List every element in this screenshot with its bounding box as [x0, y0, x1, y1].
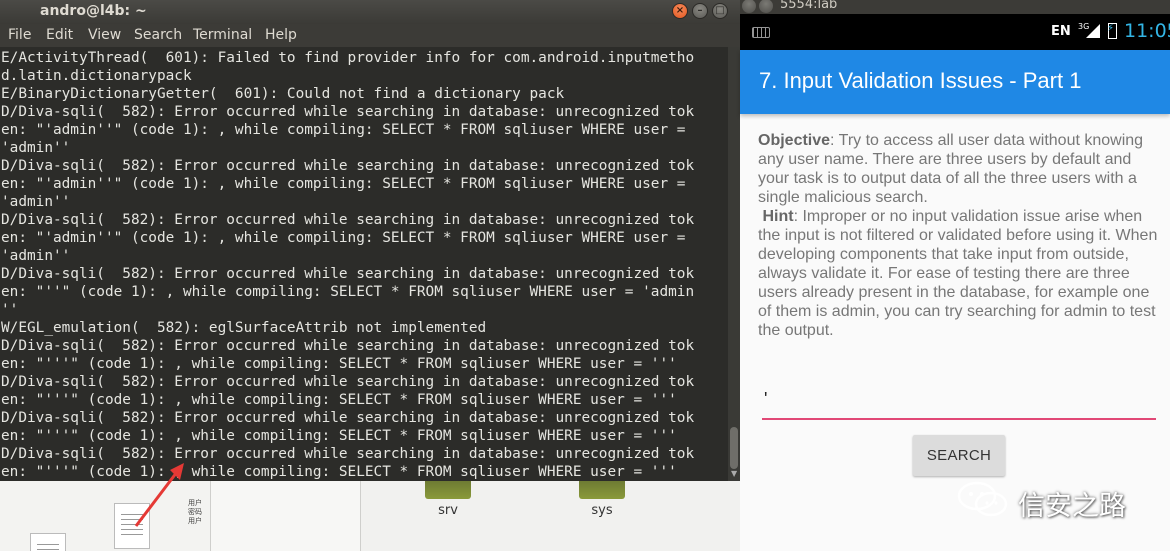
emulator-titlebar[interactable]: 5554:lab	[740, 0, 1170, 14]
desktop-file-preview: 用户 密码 用户	[188, 499, 202, 525]
menu-file[interactable]: File	[8, 27, 31, 43]
red-arrow-annotation	[134, 463, 184, 527]
terminal-window: × – □ andro@l4b: ~ File Edit View Search…	[0, 0, 740, 481]
terminal-line: 'admin''	[1, 140, 71, 156]
terminal-lines: E/ActivityThread( 601): Failed to find p…	[0, 47, 728, 481]
terminal-line: E/ActivityThread( 601): Failed to find p…	[1, 50, 695, 66]
terminal-scrollbar[interactable]: ▼	[728, 47, 740, 481]
desktop-file-icon[interactable]	[30, 533, 66, 551]
search-button[interactable]: SEARCH	[913, 435, 1005, 476]
terminal-title: andro@l4b: ~	[40, 3, 147, 19]
terminal-line: D/Diva-sqli( 582): Error occurred while …	[1, 374, 695, 390]
search-input[interactable]	[762, 380, 1156, 420]
terminal-menubar: File Edit View Search Terminal Help	[0, 24, 740, 47]
scrollbar-thumb[interactable]	[730, 427, 738, 469]
objective-label: Objective	[758, 132, 831, 149]
folder-icon[interactable]	[425, 481, 471, 499]
status-clock: 11:05	[1124, 20, 1170, 42]
terminal-line: en: "'admin''" (code 1): , while compili…	[1, 230, 686, 246]
terminal-line: W/EGL_emulation( 582): eglSurfaceAttrib …	[1, 320, 487, 336]
battery-charging-icon	[1107, 23, 1117, 39]
terminal-line: E/BinaryDictionaryGetter( 601): Could no…	[1, 86, 565, 102]
emulator-window: 5554:lab EN 3G 11:05 7. Input Validation…	[740, 0, 1170, 551]
terminal-line: D/Diva-sqli( 582): Error occurred while …	[1, 104, 695, 120]
folder-label-srv[interactable]: srv	[418, 503, 478, 518]
file-manager-pane: srv sys	[360, 481, 740, 551]
terminal-line: en: "'admin''" (code 1): , while compili…	[1, 176, 686, 192]
file-manager-pane	[210, 481, 360, 551]
folder-icon[interactable]	[579, 481, 625, 499]
android-status-bar: EN 3G 11:05	[740, 14, 1170, 50]
menu-edit[interactable]: Edit	[46, 27, 73, 43]
menu-search[interactable]: Search	[134, 27, 182, 43]
terminal-line: en: "'''" (code 1): , while compiling: S…	[1, 392, 677, 408]
terminal-line: 'admin''	[1, 248, 71, 264]
terminal-line: en: "'''" (code 1): , while compiling: S…	[1, 464, 677, 480]
language-badge: EN	[1051, 24, 1071, 39]
terminal-line: d.latin.dictionarypack	[1, 68, 192, 84]
terminal-line: D/Diva-sqli( 582): Error occurred while …	[1, 266, 695, 282]
minimize-icon[interactable]: –	[692, 3, 708, 19]
keyboard-icon	[752, 27, 770, 38]
scroll-down-icon[interactable]: ▼	[731, 469, 737, 478]
close-icon[interactable]	[742, 0, 756, 13]
menu-help[interactable]: Help	[265, 27, 297, 43]
desktop-background: 用户 密码 用户 srv sys	[0, 481, 740, 551]
terminal-titlebar[interactable]: × – □ andro@l4b: ~	[0, 0, 740, 24]
wechat-logo-icon	[957, 481, 1008, 517]
app-bar: 7. Input Validation Issues - Part 1	[740, 50, 1170, 114]
page-title: 7. Input Validation Issues - Part 1	[759, 68, 1082, 93]
terminal-line: D/Diva-sqli( 582): Error occurred while …	[1, 338, 695, 354]
terminal-line: D/Diva-sqli( 582): Error occurred while …	[1, 212, 695, 228]
hint-label: Hint	[762, 208, 794, 225]
terminal-line: en: "'admin''" (code 1): , while compili…	[1, 122, 686, 138]
menu-terminal[interactable]: Terminal	[193, 27, 252, 43]
terminal-line: D/Diva-sqli( 582): Error occurred while …	[1, 158, 695, 174]
terminal-line: D/Diva-sqli( 582): Error occurred while …	[1, 446, 695, 462]
terminal-line: en: "'''" (code 1): , while compiling: S…	[1, 428, 677, 444]
terminal-line: en: "''" (code 1): , while compiling: SE…	[1, 284, 695, 300]
terminal-line: en: "'''" (code 1): , while compiling: S…	[1, 356, 677, 372]
folder-label-sys[interactable]: sys	[572, 503, 632, 518]
terminal-line: 'admin''	[1, 194, 71, 210]
emulator-title: 5554:lab	[780, 0, 838, 12]
menu-view[interactable]: View	[88, 27, 121, 43]
signal-icon	[1086, 24, 1100, 38]
terminal-output[interactable]: E/ActivityThread( 601): Failed to find p…	[0, 47, 728, 481]
terminal-line: D/Diva-sqli( 582): Error occurred while …	[1, 410, 695, 426]
challenge-description: Objective: Try to access all user data w…	[758, 131, 1163, 340]
terminal-line: ''	[1, 302, 19, 318]
close-icon[interactable]: ×	[672, 3, 688, 19]
maximize-icon[interactable]: □	[712, 3, 728, 19]
hint-text: : Improper or no input validation issue …	[758, 208, 1158, 339]
watermark-text: 信安之路	[1018, 491, 1126, 522]
minimize-icon[interactable]	[759, 0, 773, 13]
